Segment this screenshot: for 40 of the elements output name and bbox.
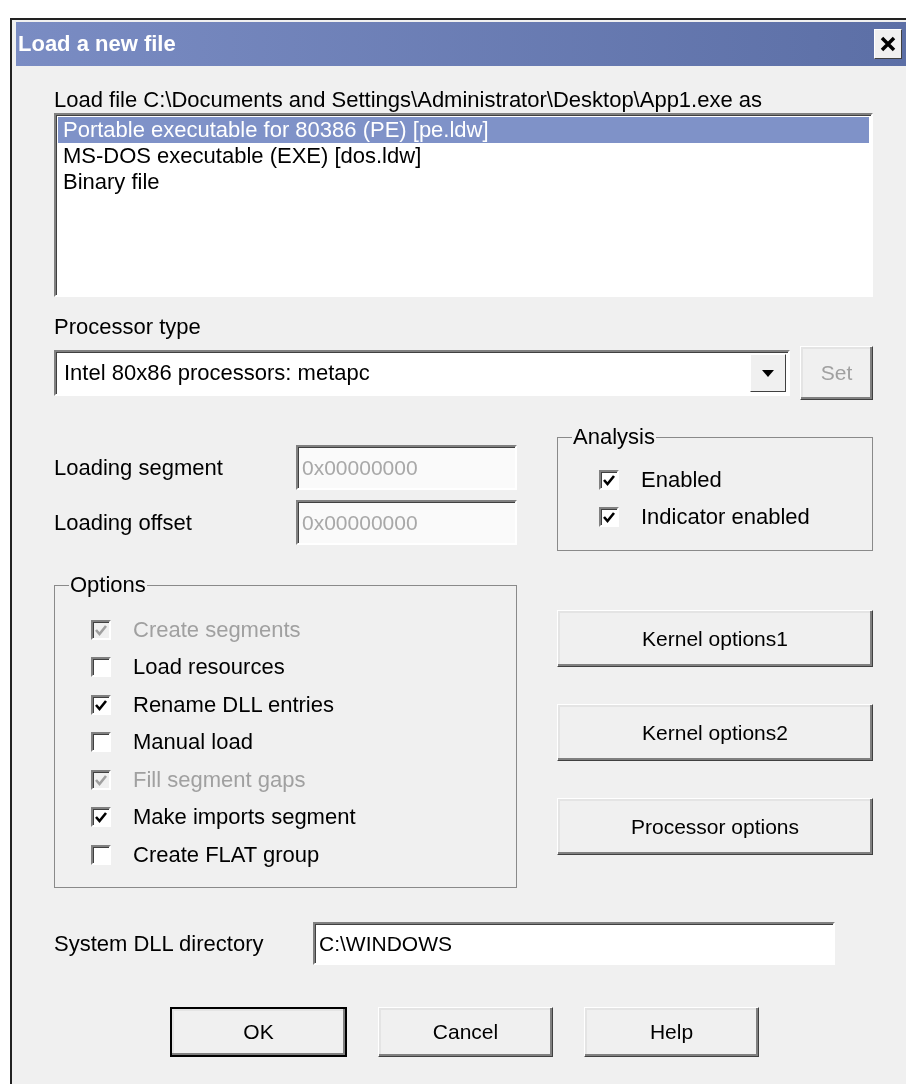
system-dll-field[interactable]: C:\WINDOWS [313,922,835,965]
close-button[interactable] [874,29,902,59]
checkbox-label: Load resources [133,654,285,681]
checkbox[interactable] [91,694,111,715]
check-icon [602,510,616,525]
field-label: Loading segment [54,454,224,481]
options-button[interactable]: Processor options [557,798,873,855]
window-title: Load a new file [18,31,176,57]
checkbox-label: Fill segment gaps [133,766,306,793]
checkbox[interactable] [91,807,111,828]
checkbox[interactable] [91,844,111,865]
caret-icon [762,369,774,377]
dialog-button[interactable]: OK [170,1007,347,1057]
checkbox[interactable] [599,469,619,490]
processor-type-label: Processor type [54,315,202,339]
options-button[interactable]: Kernel options1 [557,610,873,667]
dialog-button[interactable]: Help [584,1007,759,1057]
group-title: Options [69,573,147,597]
checkbox[interactable] [91,657,111,678]
list-item[interactable]: Binary file [58,169,869,195]
field-label: Loading offset [54,509,193,536]
checkbox-label: Make imports segment [133,804,356,831]
close-icon [879,35,897,53]
options-button[interactable]: Kernel options2 [557,704,873,761]
checkbox-label: Enabled [641,466,722,493]
processor-dropdown[interactable]: Intel 80x86 processors: metapc [54,350,790,396]
checkbox-label: Manual load [133,729,253,756]
checkbox-label: Rename DLL entries [133,691,334,718]
check-icon [94,810,108,825]
checkbox-label: Create segments [133,616,301,643]
checkbox-label: Create FLAT group [133,841,320,868]
dialog-button[interactable]: Cancel [378,1007,553,1057]
dropdown-button[interactable] [750,354,786,392]
checkbox-label: Indicator enabled [641,504,810,531]
load-file-label: Load file C:\Documents and Settings\Administrator\Desktop\App1.exe as [54,88,764,112]
list-item[interactable]: MS-DOS executable (EXE) [dos.ldw] [58,143,869,169]
group-title: Analysis [572,425,656,449]
checkbox[interactable] [599,507,619,528]
system-dll-label: System DLL directory [54,930,265,957]
checkbox[interactable] [91,732,111,753]
